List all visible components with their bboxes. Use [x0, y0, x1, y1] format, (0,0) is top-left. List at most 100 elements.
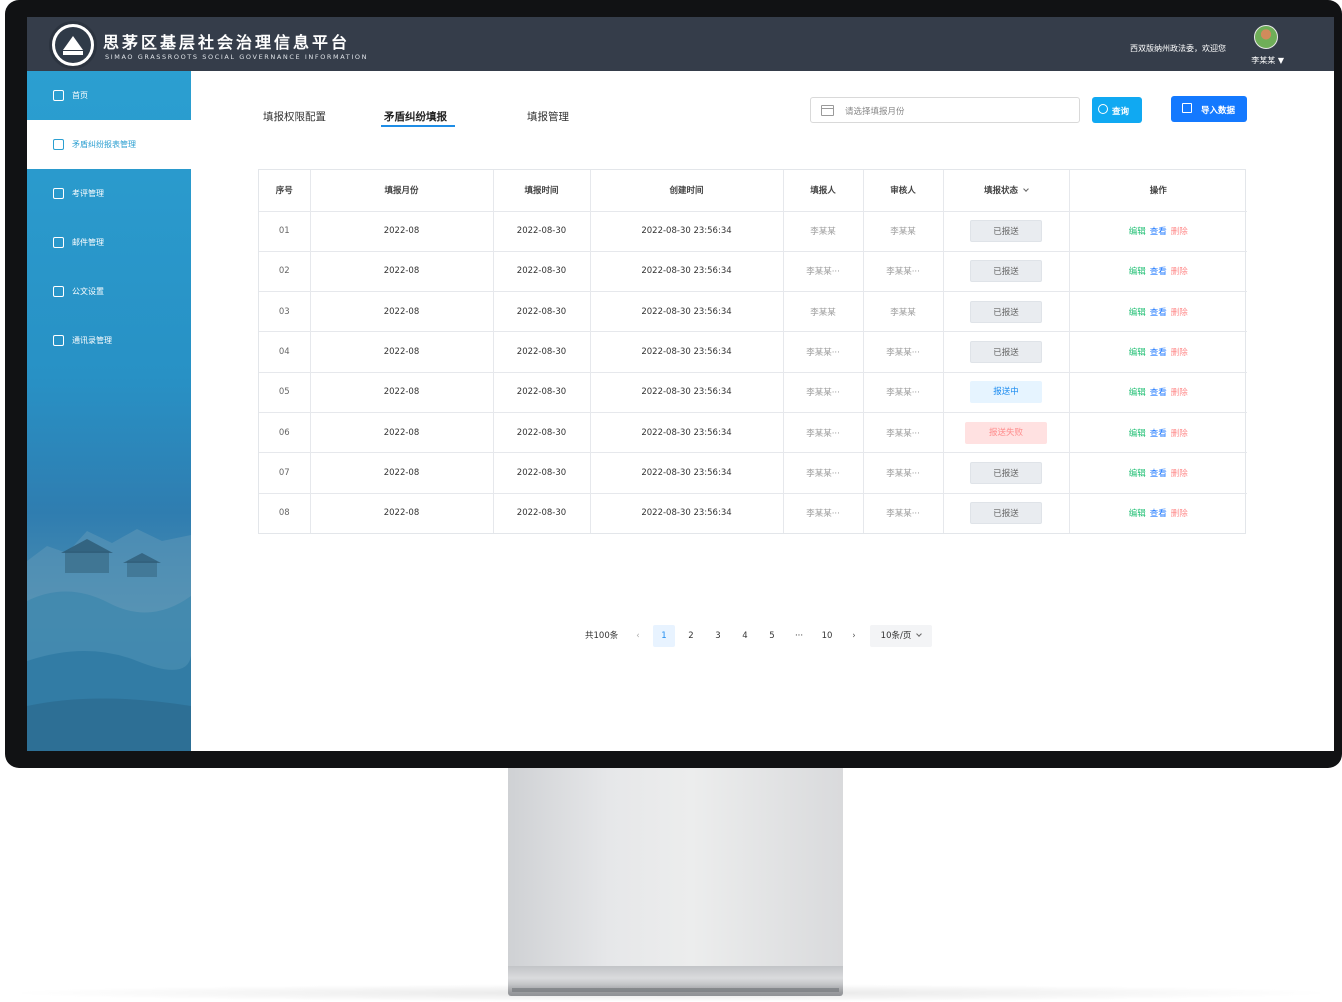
row-seq: 03	[259, 291, 311, 333]
sidebar-item-label: 公文设置	[72, 287, 104, 296]
row-month: 2022-08	[310, 331, 494, 373]
view-link[interactable]: 查看	[1150, 348, 1167, 358]
row-reviewer: 李某某···	[863, 412, 944, 454]
status-badge: 已报送	[970, 260, 1042, 283]
month-picker-input[interactable]: 请选择填报月份	[810, 97, 1080, 123]
edit-link[interactable]: 编辑	[1129, 267, 1146, 277]
pagination-total: 共100条	[585, 631, 619, 641]
tab-permission-config[interactable]: 填报权限配置	[263, 109, 326, 124]
page-size-label: 10条/页	[880, 631, 912, 641]
col-header-month[interactable]: 填报月份	[310, 170, 494, 212]
page-10[interactable]: 10	[816, 625, 838, 647]
row-seq: 02	[259, 251, 311, 293]
search-icon	[1098, 104, 1108, 114]
page-1[interactable]: 1	[653, 625, 675, 647]
row-reporter: 李某某···	[783, 493, 864, 534]
row-actions: 编辑 查看 删除	[1069, 211, 1247, 252]
row-actions: 编辑 查看 删除	[1069, 452, 1247, 494]
sidebar-item-label: 邮件管理	[72, 238, 104, 247]
prev-page-icon[interactable]: ‹	[631, 625, 645, 647]
view-link[interactable]: 查看	[1150, 227, 1167, 237]
monitor-frame: 思茅区基层社会治理信息平台 SIMAO GRASSROOTS SOCIAL GO…	[5, 0, 1342, 768]
view-link[interactable]: 查看	[1150, 388, 1167, 398]
view-link[interactable]: 查看	[1150, 267, 1167, 277]
user-menu[interactable]: 李某某 ▼	[1251, 55, 1284, 66]
edit-link[interactable]: 编辑	[1129, 429, 1146, 439]
row-month: 2022-08	[310, 372, 494, 413]
sidebar-item-dispute-report[interactable]: 矛盾纠纷报表管理	[27, 120, 191, 169]
tab-dispute-report[interactable]: 矛盾纠纷填报	[384, 109, 447, 124]
row-created-time: 2022-08-30 23:56:34	[590, 493, 784, 534]
row-seq: 08	[259, 493, 311, 534]
mail-icon	[53, 237, 64, 248]
delete-link[interactable]: 删除	[1171, 348, 1188, 358]
chevron-down-icon	[1023, 186, 1029, 193]
status-badge: 报送失败	[965, 421, 1047, 444]
row-reviewer: 李某某···	[863, 452, 944, 494]
sidebar-item-contacts[interactable]: 通讯录管理	[27, 316, 191, 365]
col-header-status-filter[interactable]: 填报状态	[943, 170, 1070, 212]
row-status-cell: 已报送	[943, 251, 1070, 293]
edit-link[interactable]: 编辑	[1129, 509, 1146, 519]
sidebar-item-label: 通讯录管理	[72, 336, 112, 345]
page-4[interactable]: 4	[734, 625, 756, 647]
col-header-created-time[interactable]: 创建时间	[590, 170, 784, 212]
delete-link[interactable]: 删除	[1171, 509, 1188, 519]
query-button-label: 查询	[1112, 107, 1130, 117]
view-link[interactable]: 查看	[1150, 469, 1167, 479]
edit-link[interactable]: 编辑	[1129, 348, 1146, 358]
page-3[interactable]: 3	[707, 625, 729, 647]
edit-link[interactable]: 编辑	[1129, 388, 1146, 398]
document-icon	[53, 286, 64, 297]
page-5[interactable]: 5	[761, 625, 783, 647]
view-link[interactable]: 查看	[1150, 429, 1167, 439]
page-ellipsis[interactable]: ···	[788, 625, 810, 647]
row-seq: 05	[259, 372, 311, 413]
sidebar-item-label: 首页	[72, 91, 88, 100]
page-size-select[interactable]: 10条/页	[870, 625, 932, 647]
row-report-time: 2022-08-30	[493, 493, 591, 534]
query-button[interactable]: 查询	[1092, 97, 1142, 123]
row-actions: 编辑 查看 删除	[1069, 251, 1247, 293]
col-header-report-time[interactable]: 填报时间	[493, 170, 591, 212]
status-badge: 报送中	[970, 381, 1042, 404]
row-created-time: 2022-08-30 23:56:34	[590, 211, 784, 252]
delete-link[interactable]: 删除	[1171, 429, 1188, 439]
import-data-button[interactable]: 导入数据	[1171, 96, 1247, 122]
row-report-time: 2022-08-30	[493, 331, 591, 373]
status-badge: 已报送	[970, 502, 1042, 525]
view-link[interactable]: 查看	[1150, 308, 1167, 318]
row-reporter: 李某某···	[783, 412, 864, 454]
row-reporter: 李某某···	[783, 331, 864, 373]
row-status-cell: 报送失败	[943, 412, 1070, 454]
row-status-cell: 已报送	[943, 211, 1070, 252]
row-created-time: 2022-08-30 23:56:34	[590, 251, 784, 293]
report-icon	[53, 139, 64, 150]
row-month: 2022-08	[310, 291, 494, 333]
sidebar-item-evaluation[interactable]: 考评管理	[27, 169, 191, 218]
sidebar-item-home[interactable]: 首页	[27, 71, 191, 120]
row-month: 2022-08	[310, 452, 494, 494]
delete-link[interactable]: 删除	[1171, 227, 1188, 237]
row-status-cell: 已报送	[943, 493, 1070, 534]
calendar-icon	[821, 105, 834, 116]
tab-report-management[interactable]: 填报管理	[527, 109, 569, 124]
row-created-time: 2022-08-30 23:56:34	[590, 372, 784, 413]
edit-link[interactable]: 编辑	[1129, 308, 1146, 318]
delete-link[interactable]: 删除	[1171, 267, 1188, 277]
row-seq: 06	[259, 412, 311, 454]
row-report-time: 2022-08-30	[493, 412, 591, 454]
view-link[interactable]: 查看	[1150, 509, 1167, 519]
avatar[interactable]	[1254, 25, 1278, 49]
page-2[interactable]: 2	[680, 625, 702, 647]
sidebar-item-mail[interactable]: 邮件管理	[27, 218, 191, 267]
edit-link[interactable]: 编辑	[1129, 227, 1146, 237]
status-badge: 已报送	[970, 300, 1042, 323]
next-page-icon[interactable]: ›	[847, 625, 861, 647]
delete-link[interactable]: 删除	[1171, 388, 1188, 398]
delete-link[interactable]: 删除	[1171, 308, 1188, 318]
edit-link[interactable]: 编辑	[1129, 469, 1146, 479]
delete-link[interactable]: 删除	[1171, 469, 1188, 479]
sidebar-item-document[interactable]: 公文设置	[27, 267, 191, 316]
status-badge: 已报送	[970, 341, 1042, 364]
